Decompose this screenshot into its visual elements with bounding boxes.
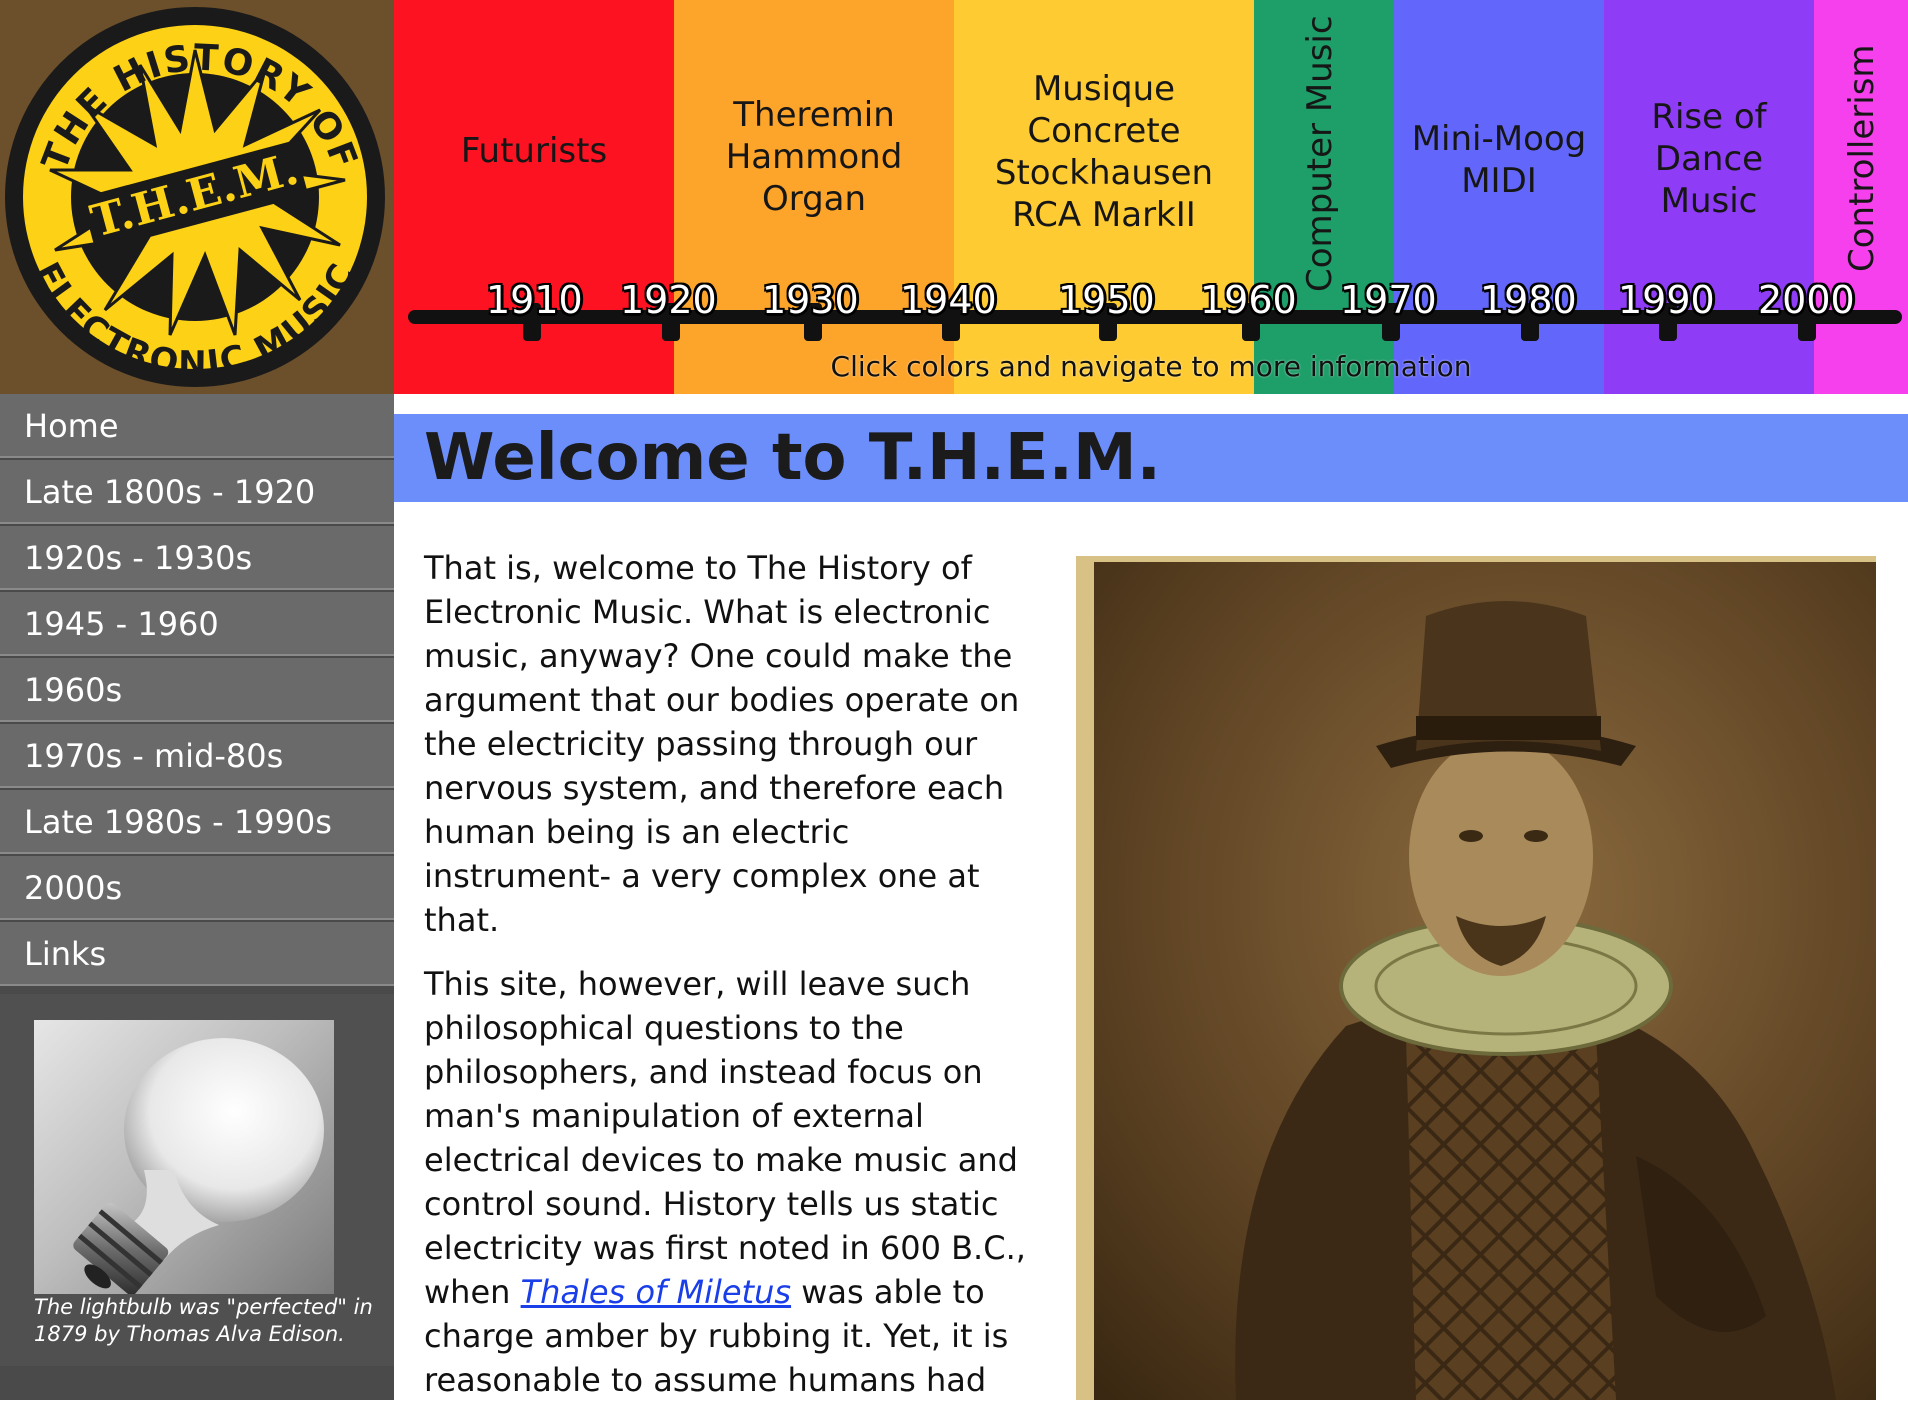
sidebar-image-box: The lightbulb was "perfected" in 1879 by… <box>0 994 394 1366</box>
nav-item-late-1800s-1920[interactable]: Late 1800s - 1920 <box>0 460 394 524</box>
timeline-nav: Futurists Theremin Hammond Organ Musique… <box>394 0 1908 394</box>
timeline-year: 1980 <box>1480 278 1577 322</box>
nav-item-label: Late 1800s - 1920 <box>24 473 316 511</box>
timeline-band-dance-music[interactable]: Rise of Dance Music <box>1604 0 1814 394</box>
nav-item-late-1980s-1990s[interactable]: Late 1980s - 1990s <box>0 790 394 854</box>
lightbulb-icon <box>73 1038 324 1294</box>
main-article: That is, welcome to The History of Elect… <box>424 546 1040 1422</box>
lightbulb-photo <box>34 1020 334 1294</box>
sidebar-image-caption: The lightbulb was "perfected" in 1879 by… <box>34 1295 373 1346</box>
thales-link[interactable]: Thales of Miletus <box>521 1273 791 1311</box>
site-logo[interactable]: THE HISTORY OF ELECTRONIC MUSIC T.H.E.M. <box>0 0 394 394</box>
band-label: Theremin Hammond Organ <box>725 95 903 219</box>
portrait-engraving-icon <box>1076 556 1876 1400</box>
band-label: Mini-Moog MIDI <box>1411 119 1587 201</box>
page-title: Welcome to T.H.E.M. <box>424 421 1161 495</box>
nav-item-1920s-1930s[interactable]: 1920s - 1930s <box>0 526 394 590</box>
sidebar: Home Late 1800s - 1920 1920s - 1930s 194… <box>0 394 394 1400</box>
paragraph-text: This site, however, will leave such phil… <box>424 965 1026 1311</box>
timeline-year: 1920 <box>620 278 717 322</box>
nav-item-2000s[interactable]: 2000s <box>0 856 394 920</box>
nav-item-label: Late 1980s - 1990s <box>24 803 332 841</box>
timeline-band-controllerism[interactable]: Controllerism <box>1814 0 1908 394</box>
nav-item-1970s-mid-80s[interactable]: 1970s - mid-80s <box>0 724 394 788</box>
nav-item-label: 1945 - 1960 <box>24 605 219 643</box>
band-label: Rise of Dance Music <box>1651 97 1767 221</box>
nav-item-1960s[interactable]: 1960s <box>0 658 394 722</box>
nav-item-label: 1920s - 1930s <box>24 539 253 577</box>
timeline-band-computer-music[interactable]: Computer Music <box>1254 0 1394 394</box>
them-logo-icon: THE HISTORY OF ELECTRONIC MUSIC T.H.E.M. <box>5 7 385 387</box>
nav-item-label: 2000s <box>24 869 123 907</box>
timeline-year: 2000 <box>1758 278 1855 322</box>
band-label: Computer Music <box>1300 15 1340 292</box>
nav-item-links[interactable]: Links <box>0 922 394 986</box>
nav-item-1945-1960[interactable]: 1945 - 1960 <box>0 592 394 656</box>
timeline-hint: Click colors and navigate to more inform… <box>830 350 1472 383</box>
portrait-image <box>1076 556 1876 1400</box>
timeline-year: 1990 <box>1618 278 1715 322</box>
timeline-year: 1960 <box>1200 278 1297 322</box>
band-label: Musique Concrete Stockhausen RCA MarkII <box>994 69 1214 235</box>
nav-item-label: 1960s <box>24 671 123 709</box>
nav-item-label: Links <box>24 935 107 973</box>
page-title-bar: Welcome to T.H.E.M. <box>394 414 1908 502</box>
timeline-year: 1970 <box>1340 278 1437 322</box>
nav-item-label: Home <box>24 407 119 445</box>
timeline-year: 1940 <box>900 278 997 322</box>
timeline-band-mini-moog[interactable]: Mini-Moog MIDI <box>1394 0 1604 394</box>
timeline-year: 1910 <box>486 278 583 322</box>
timeline-year: 1930 <box>762 278 859 322</box>
paragraph: That is, welcome to The History of Elect… <box>424 549 1020 939</box>
band-label: Controllerism <box>1842 44 1882 272</box>
band-label: Futurists <box>460 131 608 171</box>
nav-item-label: 1970s - mid-80s <box>24 737 284 775</box>
nav-item-home[interactable]: Home <box>0 394 394 458</box>
timeline-year: 1950 <box>1058 278 1155 322</box>
paragraph: This site, however, will leave such phil… <box>424 962 1040 1402</box>
